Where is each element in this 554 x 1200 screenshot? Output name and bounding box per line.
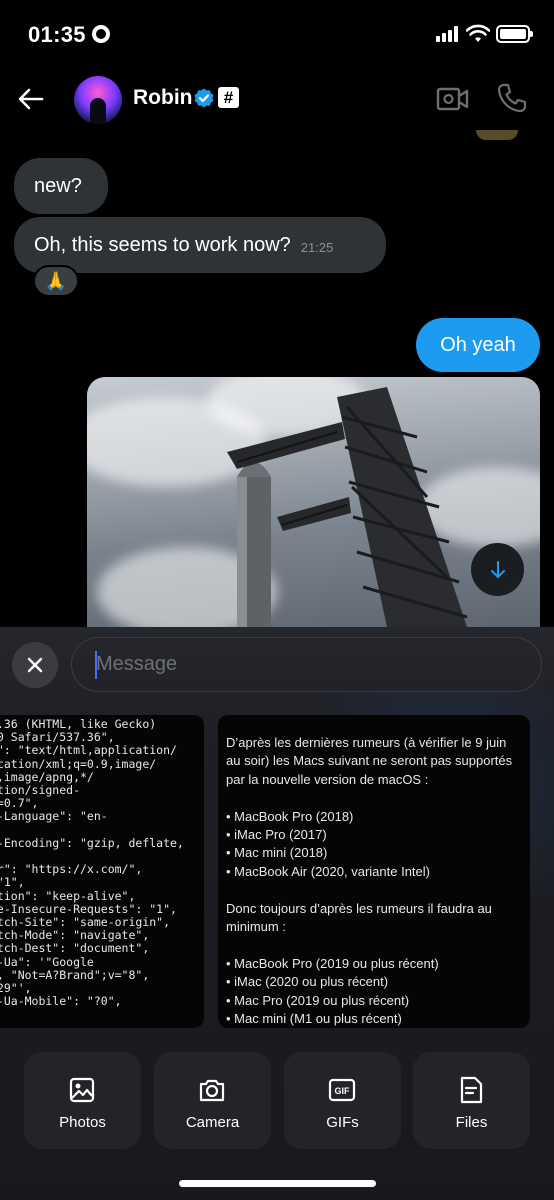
clipboard-text-line: • Mac mini (M1 ou plus récent) (226, 1011, 402, 1026)
clipboard-text-line: • iMac Pro (2017) (226, 827, 327, 842)
message-text: Oh, this seems to work now? (34, 234, 291, 256)
clipboard-text-line: • MacBook Pro (2018) (226, 808, 354, 824)
gifs-button[interactable]: GIF GIFs (284, 1052, 401, 1149)
files-button[interactable]: Files (413, 1052, 530, 1149)
outgoing-message[interactable]: Oh yeah (416, 318, 540, 372)
clipboard-code-line: h-Ua-Mobile": "?0", (0, 994, 122, 1009)
clipboard-code-line: t": "text/html,application/ (0, 743, 177, 758)
message-timestamp: 21:25 (300, 240, 334, 255)
clipboard-code-line: t-Language": "en- (0, 809, 108, 824)
clipboard-code-line: ication/xml;q=0.9,image/ (0, 756, 157, 771)
avatar[interactable] (74, 76, 122, 124)
clipboard-text-line: par la nouvelle version de macOS : (226, 771, 429, 787)
verified-badge-icon (194, 88, 214, 108)
incoming-message[interactable]: Oh, this seems to work now? 21:25 (14, 217, 386, 273)
camera-label: Camera (185, 1114, 240, 1131)
globe-icon (92, 25, 110, 43)
clipboard-code-line: "1", (0, 875, 25, 890)
camera-icon (199, 1079, 225, 1102)
wifi-icon (466, 24, 490, 42)
photos-button[interactable]: Photos (24, 1052, 141, 1149)
text-caret (95, 651, 97, 679)
close-attachments-button[interactable] (12, 642, 58, 688)
clipboard-code-line: h-Ua": '"Google (0, 954, 94, 969)
clipboard-text-line: • MacBook Pro (2019 ou plus récent) (226, 955, 439, 971)
clipboard-code-line: etch-Mode": "navigate", (0, 928, 150, 943)
gif-icon-text: GIF (335, 1086, 351, 1096)
close-icon (27, 657, 43, 673)
clipboard-code-line: etch-Dest": "document", (0, 941, 150, 956)
clipboard-suggestion-code[interactable]: 7.36 (KHTML, like Gecko) .0 Safari/537.36… (0, 715, 204, 1028)
arrow-down-icon (490, 560, 505, 578)
clipboard-text-line: minimum : (226, 919, 286, 934)
back-arrow-icon[interactable] (16, 84, 46, 114)
clipboard-text-line: • MacBook Air (2020, variante Intel) (226, 863, 430, 879)
clipboard-code-line: etch-Site": "same-origin", (0, 915, 171, 929)
clipboard-code-line: ction": "keep-alive", (0, 888, 136, 903)
clipboard-code-line: q=0.7", (0, 796, 39, 811)
clipboard-code-line: p,image/apng,*/ (0, 769, 94, 784)
clipboard-suggestion-text[interactable]: D’après les dernières rumeurs (à vérifie… (218, 715, 530, 1028)
clipboard-text-line: au soir) les Macs suivant ne seront pas … (226, 753, 513, 769)
cellular-signal-icon (436, 26, 460, 42)
clipboard-text-line: D’après les dernières rumeurs (à vérifie… (226, 735, 507, 750)
clipboard-code-line: .0 Safari/537.36", (0, 730, 115, 745)
clipboard-text-line: Donc toujours d’après les rumeurs il fau… (226, 900, 492, 916)
status-time: 01:35 (28, 22, 86, 47)
scroll-to-bottom-button[interactable] (471, 543, 524, 596)
battery-icon (496, 25, 533, 43)
files-icon (460, 1076, 483, 1104)
clipboard-code-line: ", "Not=A?Brand";v="8", (0, 967, 150, 982)
launch-tower-graphic (227, 387, 468, 627)
reaction-badge[interactable]: 🙏 (33, 265, 79, 297)
partial-emoji-reaction (476, 130, 518, 140)
shared-photo[interactable] (87, 377, 540, 627)
gifs-label: GIFs (326, 1114, 359, 1131)
camera-button[interactable]: Camera (154, 1052, 271, 1149)
home-indicator (179, 1180, 376, 1187)
clipboard-code-line: er": "https://x.com/", (0, 862, 143, 877)
status-bar: 01:35 (0, 0, 554, 68)
files-label: Files (455, 1114, 488, 1131)
clipboard-code-line: de-Insecure-Requests": "1", (0, 901, 177, 916)
photos-icon (69, 1077, 95, 1103)
message-input[interactable] (71, 637, 542, 692)
clipboard-code-line: ation/signed- (0, 783, 81, 797)
contact-name[interactable]: Robin (133, 86, 192, 110)
video-call-icon[interactable] (436, 84, 470, 114)
conversation-header: Robin # (0, 68, 554, 130)
clipboard-text-line: • Mac mini (2018) (226, 845, 328, 861)
phone-call-icon[interactable] (496, 82, 528, 114)
clipboard-code-line: 7.36 (KHTML, like Gecko) (0, 717, 157, 731)
clipboard-code-line: 129"', (0, 981, 32, 995)
message-text: Oh yeah (440, 333, 516, 356)
message-text: new? (34, 175, 82, 197)
incoming-message[interactable]: new? (14, 158, 108, 214)
clipboard-text-line: • Mac Pro (2019 ou plus récent) (226, 992, 410, 1008)
clipboard-code-line: t-Encoding": "gzip, deflate, (0, 835, 184, 850)
clipboard-text-line: • iMac (2020 ou plus récent) (226, 974, 389, 990)
photos-label: Photos (59, 1114, 106, 1131)
affiliate-badge: # (218, 87, 239, 108)
gif-icon: GIF (328, 1078, 356, 1102)
